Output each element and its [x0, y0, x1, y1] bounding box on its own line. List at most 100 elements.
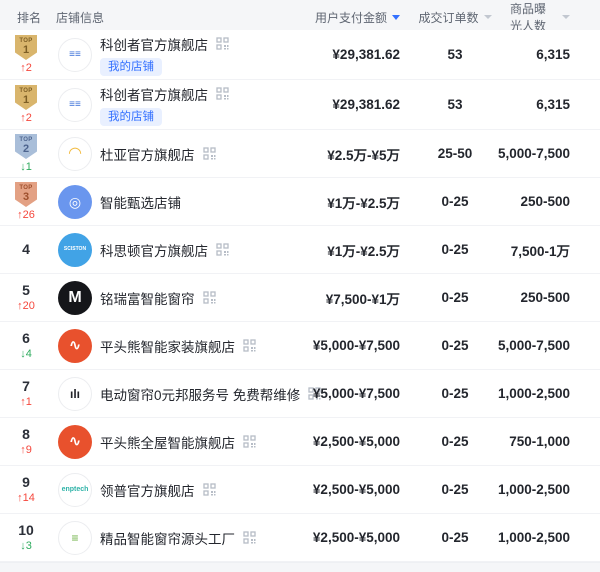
shop-name: 精品智能窗帘源头工厂 [100, 528, 235, 548]
shop-logo-glyph: ≡≡ [69, 50, 81, 60]
shop-text-block: 科创者官方旗舰店 [100, 34, 229, 76]
table-row[interactable]: TOP 2 ↓1 ◠ 杜亚官方旗舰店 [0, 130, 600, 178]
table-row[interactable]: 6 ↓4 ∿ 平头熊智能家装旗舰店 [0, 322, 600, 370]
shop-logo: ∿ [58, 329, 92, 363]
top-badge-number: 3 [23, 192, 29, 203]
orders-cell: 0-25 [400, 386, 510, 401]
table-row[interactable]: TOP 3 ↑26 ◎ 智能甄选店铺 ¥1万-¥2.5万 0-25 250-50… [0, 178, 600, 226]
rank-change-value: 26 [23, 209, 35, 221]
exposure-cell: 250-500 [510, 194, 570, 209]
shop-text-block: 平头熊智能家装旗舰店 [100, 336, 256, 356]
rank-change: ↑1 [20, 396, 32, 408]
qr-code-icon[interactable] [243, 435, 256, 448]
next-section-preview [0, 562, 600, 572]
rank-change: ↓3 [20, 540, 32, 552]
rank-change-value: 1 [26, 396, 32, 408]
shop-text-block: 领普官方旗舰店 [100, 480, 216, 500]
shop-logo-glyph: ≡≡ [69, 100, 81, 110]
rank-change: ↓4 [20, 348, 32, 360]
table-row[interactable]: 5 ↑20 M 铭瑞富智能窗帘 [0, 274, 600, 322]
exposure-cell: 1,000-2,500 [510, 530, 570, 545]
exposure-cell: 1,000-2,500 [510, 482, 570, 497]
shop-name-line: 平头熊全屋智能旗舰店 [100, 432, 256, 452]
shop-name: 平头熊智能家装旗舰店 [100, 336, 235, 356]
column-header-orders[interactable]: 成交订单数 [400, 9, 510, 26]
orders-cell: 0-25 [400, 194, 510, 209]
orders-value: 53 [447, 47, 462, 62]
table-row[interactable]: TOP 1 ↑2 ≡≡ 科创者官方旗舰店 [0, 80, 600, 130]
table-row[interactable]: 4 SCISTON 科思顿官方旗舰店 [0, 226, 600, 274]
payment-value: ¥7,500-¥1万 [326, 288, 400, 308]
shop-name-line: 科创者官方旗舰店 [100, 34, 229, 54]
rank-change: ↑14 [17, 492, 35, 504]
payment-cell: ¥29,381.62 [290, 47, 400, 62]
rank-change: ↑9 [20, 444, 32, 456]
exposure-value: 250-500 [520, 290, 570, 305]
exposure-cell: 250-500 [510, 290, 570, 305]
shop-name-line: 科创者官方旗舰店 [100, 84, 229, 104]
table-row[interactable]: 10 ↓3 ≡ 精品智能窗帘源头工厂 [0, 514, 600, 562]
rank-change-value: 20 [23, 300, 35, 312]
shop-name: 平头熊全屋智能旗舰店 [100, 432, 235, 452]
payment-value: ¥2,500-¥5,000 [313, 434, 400, 449]
rank-cell: TOP 1 ↑2 [0, 35, 52, 74]
shop-logo-glyph: ∿ [69, 338, 82, 353]
payment-value: ¥29,381.62 [332, 97, 400, 112]
shop-logo: ≡≡ [58, 88, 92, 122]
shop-ranking-table: 排名 店铺信息 用户支付金额 成交订单数 商品曝光人数 TOP 1 ↑2 [0, 0, 600, 562]
table-row[interactable]: 7 ↑1 ılı 电动窗帘0元邦服务号 免费帮维修 [0, 370, 600, 418]
orders-value: 0-25 [441, 290, 468, 305]
shop-logo-glyph: ∿ [69, 434, 82, 449]
rank-number: 5 [22, 283, 30, 298]
payment-cell: ¥7,500-¥1万 [290, 288, 400, 308]
rank-cell: 5 ↑20 [0, 283, 52, 312]
table-row[interactable]: 9 ↑14 enptech 领普官方旗舰店 [0, 466, 600, 514]
shop-logo-glyph: ≡ [71, 532, 78, 544]
qr-code-icon[interactable] [243, 339, 256, 352]
shop-info-cell: ≡ 精品智能窗帘源头工厂 [52, 521, 290, 555]
shop-logo-glyph: ılı [70, 388, 80, 400]
exposure-cell: 6,315 [510, 97, 570, 112]
rank-number: 10 [18, 523, 34, 538]
column-header-payment[interactable]: 用户支付金额 [290, 9, 400, 26]
exposure-value: 1,000-2,500 [498, 386, 570, 401]
qr-code-icon[interactable] [243, 531, 256, 544]
shop-info-cell: enptech 领普官方旗舰店 [52, 473, 290, 507]
rank-cell: TOP 2 ↓1 [0, 134, 52, 173]
column-header-exposure[interactable]: 商品曝光人数 [510, 0, 570, 34]
shop-info-cell: ≡≡ 科创者官方旗舰店 [52, 34, 290, 76]
shop-logo: ◎ [58, 185, 92, 219]
sort-idle-icon[interactable] [562, 15, 570, 19]
qr-code-icon[interactable] [216, 87, 229, 100]
orders-value: 0-25 [441, 242, 468, 257]
shop-text-block: 杜亚官方旗舰店 [100, 144, 216, 164]
exposure-value: 7,500-1万 [511, 240, 570, 260]
table-row[interactable]: TOP 1 ↑2 ≡≡ 科创者官方旗舰店 [0, 30, 600, 80]
shop-info-cell: M 铭瑞富智能窗帘 [52, 281, 290, 315]
exposure-cell: 750-1,000 [510, 434, 570, 449]
shop-info-cell: ◎ 智能甄选店铺 [52, 185, 290, 219]
qr-code-icon[interactable] [216, 37, 229, 50]
rank-cell: 6 ↓4 [0, 331, 52, 360]
shop-name-line: 领普官方旗舰店 [100, 480, 216, 500]
qr-code-icon[interactable] [203, 291, 216, 304]
shop-name: 智能甄选店铺 [100, 192, 181, 212]
rank-cell: 8 ↑9 [0, 427, 52, 456]
payment-cell: ¥2,500-¥5,000 [290, 482, 400, 497]
shop-logo: SCISTON [58, 233, 92, 267]
qr-code-icon[interactable] [203, 147, 216, 160]
shop-logo: M [58, 281, 92, 315]
table-row[interactable]: 8 ↑9 ∿ 平头熊全屋智能旗舰店 [0, 418, 600, 466]
rank-change: ↑2 [20, 62, 32, 74]
qr-code-icon[interactable] [203, 483, 216, 496]
qr-code-icon[interactable] [216, 243, 229, 256]
shop-logo: ≡ [58, 521, 92, 555]
shop-info-cell: ∿ 平头熊全屋智能旗舰店 [52, 425, 290, 459]
shop-logo: ◠ [58, 137, 92, 171]
payment-value: ¥5,000-¥7,500 [313, 386, 400, 401]
column-header-shop: 店铺信息 [52, 9, 290, 26]
top-badge-number: 1 [23, 95, 29, 106]
sort-idle-icon[interactable] [484, 15, 492, 19]
shop-name-line: 智能甄选店铺 [100, 192, 181, 212]
sort-desc-active-icon[interactable] [392, 15, 400, 20]
